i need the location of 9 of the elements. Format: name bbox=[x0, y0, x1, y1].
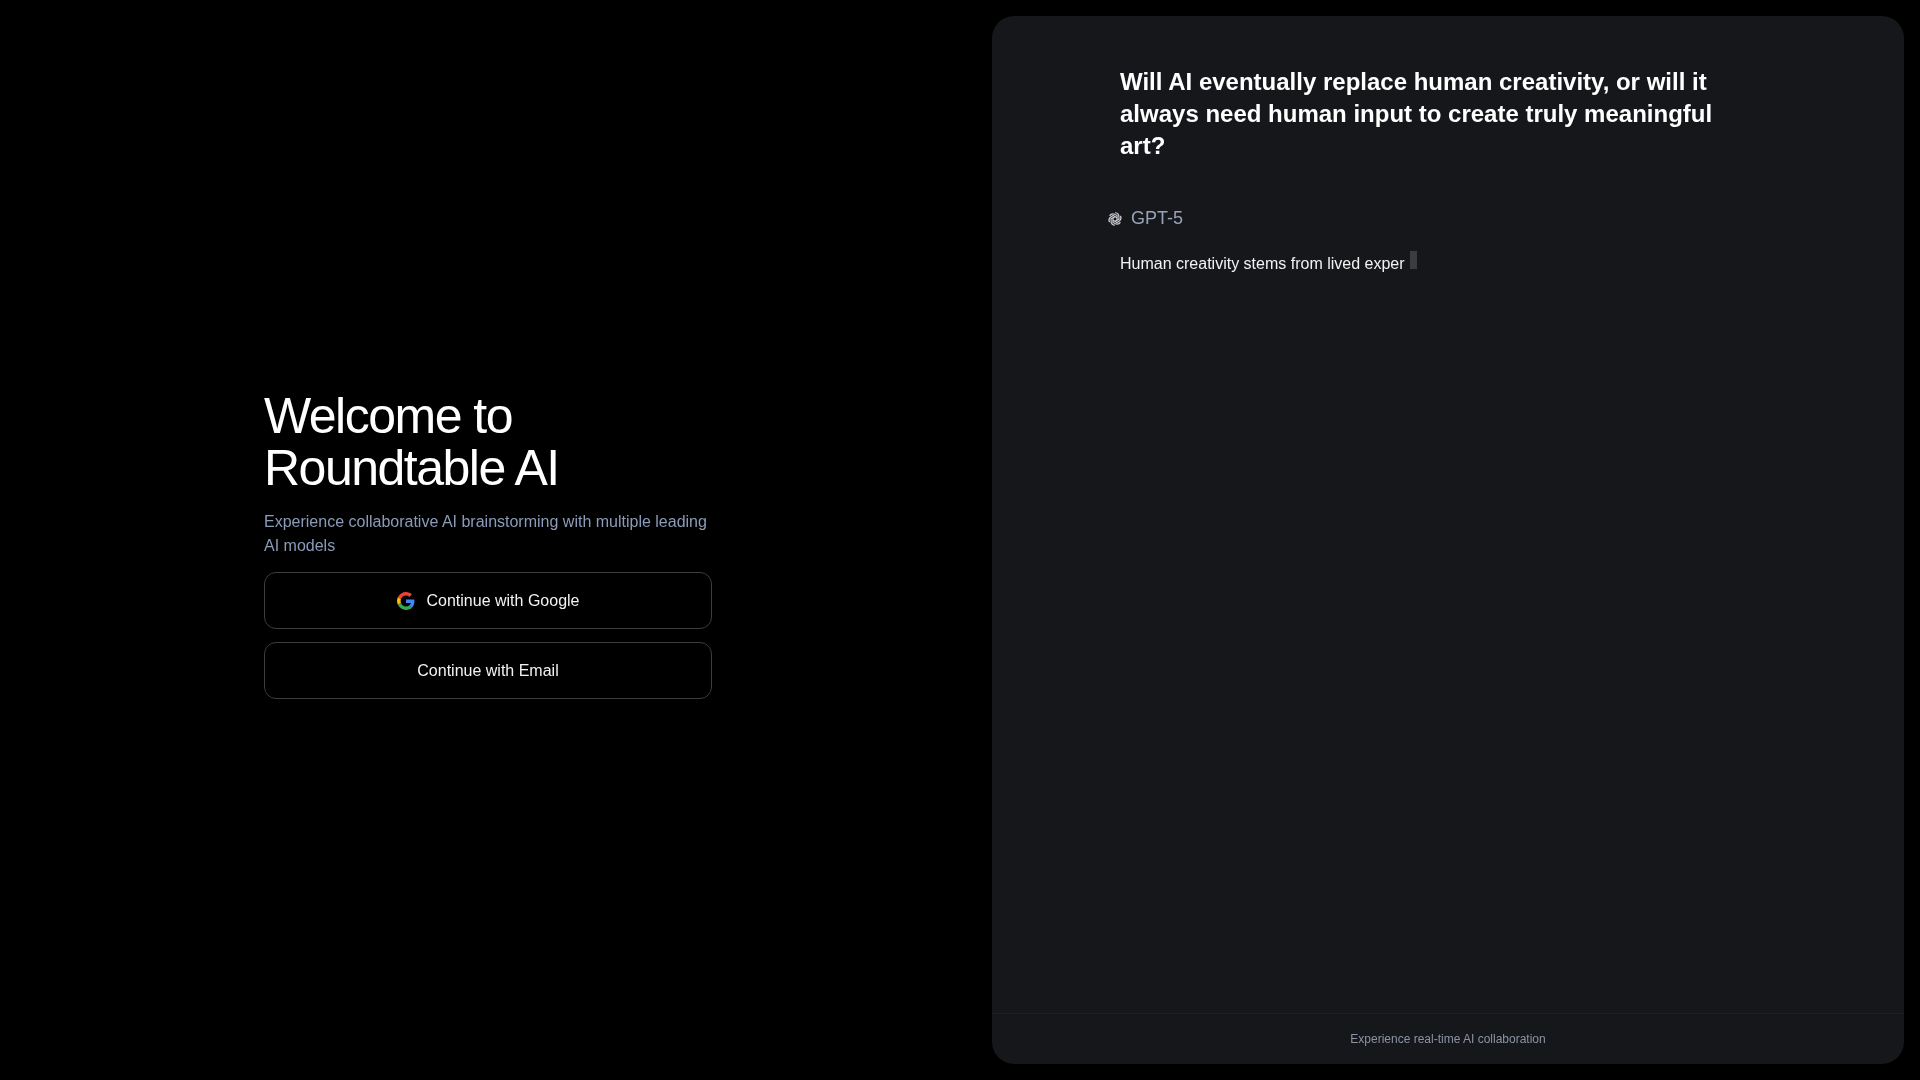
response-text: Human creativity stems from lived exper bbox=[1120, 255, 1405, 273]
model-name: GPT-5 bbox=[1131, 208, 1183, 229]
footer-text: Experience real-time AI collaboration bbox=[1350, 1032, 1546, 1046]
google-sign-in-button[interactable]: Continue with Google bbox=[264, 572, 712, 629]
welcome-subtitle: Experience collaborative AI brainstorming with multiple leading AI models bbox=[264, 512, 708, 556]
google-logo-icon bbox=[396, 591, 415, 610]
email-sign-in-button[interactable]: Continue with Email bbox=[264, 642, 712, 699]
question-heading: Will AI eventually replace human creativity, or will it always need human input to create truly meaningful art? bbox=[1120, 67, 1714, 161]
welcome-title: Welcome to Roundtable AI bbox=[264, 390, 560, 494]
